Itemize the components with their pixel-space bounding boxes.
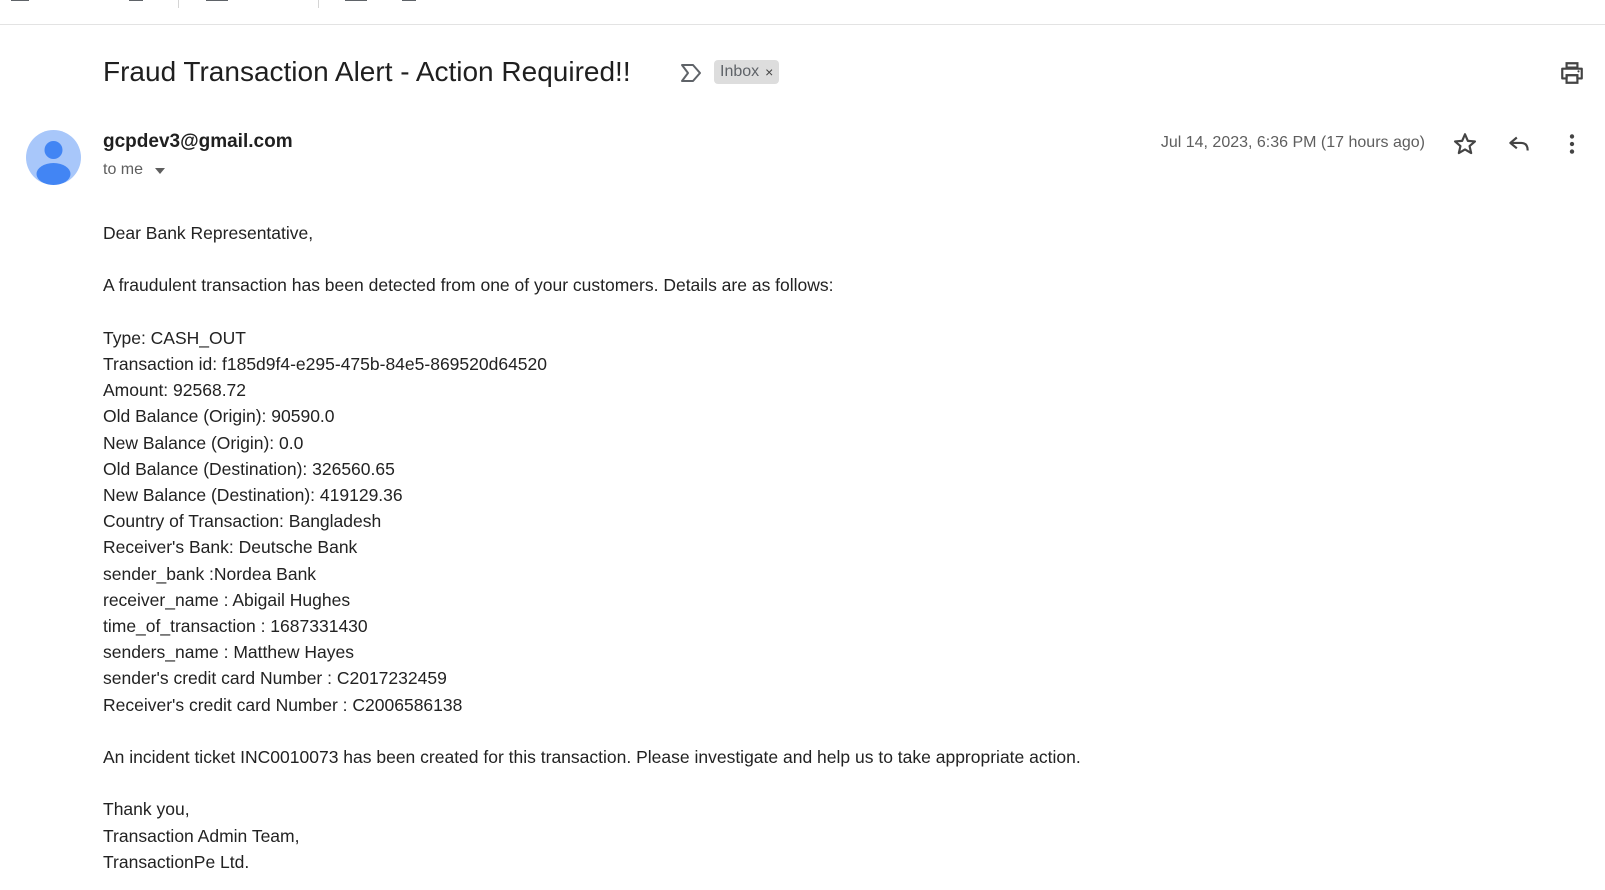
- detail-line: Receiver's credit card Number : C2006586…: [103, 694, 463, 715]
- chevron-down-icon[interactable]: [155, 168, 166, 174]
- star-icon[interactable]: [1452, 131, 1478, 157]
- detail-line: sender's credit card Number : C201723245…: [103, 668, 447, 689]
- sender-email[interactable]: gcpdev3@gmail.com: [103, 131, 293, 153]
- detail-line: time_of_transaction : 1687331430: [103, 616, 368, 637]
- detail-line: Old Balance (Destination): 326560.65: [103, 458, 395, 479]
- detail-line: sender_bank :Nordea Bank: [103, 563, 317, 584]
- toolbar-divider: [178, 0, 179, 8]
- toolbar-divider: [318, 0, 319, 8]
- detail-line: receiver_name : Abigail Hughes: [103, 589, 351, 610]
- signoff-line: TransactionPe Ltd.: [103, 851, 250, 872]
- snooze-icon[interactable]: [266, 0, 286, 4]
- detail-line: Type: CASH_OUT: [103, 327, 246, 348]
- incident-paragraph: An incident ticket INC0010073 has been c…: [103, 747, 1081, 768]
- detail-line: Amount: 92568.72: [103, 380, 247, 401]
- recipient-text: to me: [103, 161, 144, 178]
- signoff-line: Thank you,: [103, 799, 190, 820]
- detail-line: Receiver's Bank: Deutsche Bank: [103, 537, 358, 558]
- detail-line: Transaction id: f185d9f4-e295-475b-84e5-…: [103, 353, 548, 374]
- more-vert-icon[interactable]: [1559, 131, 1585, 157]
- delete-icon[interactable]: [126, 0, 146, 4]
- mark-unread-icon[interactable]: [206, 0, 228, 4]
- recipient-line: to me: [103, 161, 166, 179]
- email-body: Dear Bank Representative, A fraudulent t…: [103, 220, 1403, 875]
- important-marker-icon[interactable]: [679, 62, 703, 84]
- move-to-icon[interactable]: [345, 0, 367, 4]
- signoff-line: Transaction Admin Team,: [103, 825, 300, 846]
- email-subject: Fraud Transaction Alert - Action Require…: [103, 56, 631, 87]
- email-date: Jul 14, 2023, 6:36 PM (17 hours ago): [1160, 134, 1425, 151]
- avatar[interactable]: [26, 130, 81, 185]
- archive-icon[interactable]: [10, 0, 30, 4]
- detail-line: New Balance (Destination): 419129.36: [103, 485, 403, 505]
- detail-line: Old Balance (Origin): 90590.0: [103, 406, 335, 427]
- more-icon[interactable]: [458, 0, 478, 4]
- inbox-label-chip: Inbox ×: [714, 60, 780, 84]
- report-spam-icon[interactable]: [68, 0, 88, 4]
- remove-label-icon[interactable]: ×: [765, 60, 773, 84]
- intro-paragraph: A fraudulent transaction has been detect…: [103, 275, 834, 296]
- label-icon[interactable]: [401, 0, 421, 4]
- label-text: Inbox: [720, 63, 760, 80]
- detail-line: Country of Transaction: Bangladesh: [103, 511, 382, 532]
- toolbar: [0, 0, 1605, 25]
- print-icon[interactable]: [1559, 60, 1585, 86]
- greeting: Dear Bank Representative,: [103, 223, 314, 243]
- reply-icon[interactable]: [1506, 131, 1532, 157]
- detail-line: New Balance (Origin): 0.0: [103, 432, 304, 453]
- detail-line: senders_name : Matthew Hayes: [103, 642, 354, 663]
